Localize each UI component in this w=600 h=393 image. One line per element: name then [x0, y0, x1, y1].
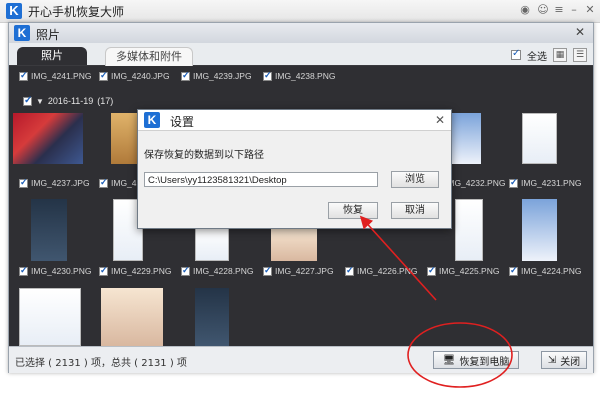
app-title-bar: K 开心手机恢复大师 ◉ ☺ ≡ – ✕: [0, 0, 600, 23]
photo-item[interactable]: IMG_4229.PNG: [99, 265, 171, 277]
photo-filename: IMG_4226.PNG: [357, 266, 418, 276]
tab-photos[interactable]: 照片: [17, 47, 87, 65]
select-all-label: 全选: [527, 51, 547, 63]
minimize-icon[interactable]: –: [567, 2, 581, 18]
photo-checkbox[interactable]: [181, 265, 190, 276]
photo-item[interactable]: IMG_4228.PNG: [181, 265, 253, 277]
photo-item[interactable]: IMG_4238.PNG: [263, 70, 335, 82]
tab-bar: 照片 多媒体和附件 全选 ▦ ☰: [9, 43, 593, 66]
dialog-titlebar: K 设置 ✕: [138, 110, 451, 131]
select-all-checkbox[interactable]: [511, 48, 521, 60]
photo-filename: IMG_4224.PNG: [521, 266, 582, 276]
photo-item[interactable]: IMG_4232.PNG: [445, 177, 505, 189]
photo-item[interactable]: IMG_4239.JPG: [181, 70, 252, 82]
dialog-title: 设置: [170, 115, 195, 129]
photo-item[interactable]: IMG_4225.PNG: [427, 265, 499, 277]
restore-to-pc-button[interactable]: 🖥 恢复到电脑: [433, 351, 519, 369]
photo-item[interactable]: IMG_4237.JPG: [19, 177, 90, 189]
collapse-triangle-icon[interactable]: ▼: [36, 97, 44, 106]
photo-checkbox[interactable]: [427, 265, 436, 276]
photo-item[interactable]: IMG_4226.PNG: [345, 265, 417, 277]
restore-to-pc-label: 恢复到电脑: [459, 356, 510, 368]
photo-checkbox[interactable]: [19, 177, 28, 188]
save-path-label: 保存恢复的数据到以下路径: [144, 150, 264, 161]
photo-item[interactable]: IMG_4224.PNG: [509, 265, 581, 277]
date-group-header[interactable]: ▼ 2016-11-19 (17): [23, 95, 114, 106]
photo-item[interactable]: IMG_4230.PNG: [19, 265, 91, 277]
window-titlebar: K 照片 ✕: [9, 23, 593, 43]
photo-checkbox[interactable]: [99, 70, 108, 81]
photo-thumbnail[interactable]: [101, 288, 163, 346]
selection-status: 已选择 ( 2131 ) 项，总共 ( 2131 ) 项: [15, 358, 187, 369]
window-logo-icon: K: [14, 25, 30, 41]
photo-thumbnail[interactable]: [195, 288, 229, 346]
menu-icon[interactable]: ≡: [552, 2, 566, 18]
photo-checkbox[interactable]: [263, 265, 272, 276]
photo-checkbox[interactable]: [345, 265, 354, 276]
photo-thumbnail[interactable]: [31, 199, 67, 261]
photo-checkbox[interactable]: [99, 265, 108, 276]
browse-button[interactable]: 浏览: [391, 171, 439, 188]
photo-checkbox[interactable]: [263, 70, 272, 81]
photo-thumbnail[interactable]: [271, 228, 317, 261]
photo-filename: IMG_4229.PNG: [111, 266, 172, 276]
group-count: (17): [97, 96, 114, 106]
close-icon[interactable]: ✕: [583, 2, 597, 18]
window-close-icon[interactable]: ✕: [573, 25, 587, 39]
group-checkbox[interactable]: [23, 95, 32, 106]
photo-checkbox[interactable]: [19, 70, 28, 81]
photo-thumbnail[interactable]: [522, 113, 557, 164]
status-bar: 已选择 ( 2131 ) 项，总共 ( 2131 ) 项 🖥 恢复到电脑 ⇲ 关…: [9, 346, 593, 373]
app-title: 开心手机恢复大师: [28, 5, 125, 19]
photo-thumbnail[interactable]: [13, 113, 83, 164]
photo-filename: IMG_4232.PNG: [445, 178, 506, 188]
photo-checkbox[interactable]: [509, 265, 518, 276]
photo-filename: IMG_4237.JPG: [31, 178, 90, 188]
wechat-icon[interactable]: ◉: [518, 2, 532, 18]
settings-dialog: K 设置 ✕ 保存恢复的数据到以下路径 C:\Users\yy112358132…: [137, 109, 452, 229]
window-title: 照片: [36, 28, 61, 42]
photo-filename: IMG_4238.PNG: [275, 71, 336, 81]
photo-filename: IMG_4230.PNG: [31, 266, 92, 276]
dialog-logo-icon: K: [144, 112, 160, 128]
photo-filename: IMG_4228.PNG: [193, 266, 254, 276]
exit-icon: ⇲: [547, 354, 557, 366]
photo-checkbox[interactable]: [19, 265, 28, 276]
photo-item[interactable]: IMG_4227.JPG: [263, 265, 334, 277]
photo-filename: IMG_4240.JPG: [111, 71, 170, 81]
photo-checkbox[interactable]: [181, 70, 190, 81]
photo-item[interactable]: IMG_4240.JPG: [99, 70, 170, 82]
photo-checkbox[interactable]: [99, 177, 108, 188]
dialog-close-icon[interactable]: ✕: [435, 113, 445, 127]
photo-thumbnail[interactable]: [455, 199, 483, 261]
close-button[interactable]: ⇲ 关闭: [541, 351, 587, 369]
photo-item[interactable]: IMG_4231.PNG: [509, 177, 581, 189]
cancel-button[interactable]: 取消: [391, 202, 439, 219]
photo-filename: IMG_4225.PNG: [439, 266, 500, 276]
restore-button[interactable]: 恢复: [328, 202, 378, 219]
feedback-icon[interactable]: ☺: [536, 2, 550, 18]
photo-filename: IMG_4231.PNG: [521, 178, 582, 188]
photo-filename: IMG_4241.PNG: [31, 71, 92, 81]
save-path-input[interactable]: C:\Users\yy1123581321\Desktop: [144, 172, 378, 187]
group-date: 2016-11-19: [47, 96, 94, 106]
toolbar-right: 全选 ▦ ☰: [511, 47, 587, 63]
close-label: 关闭: [560, 356, 581, 368]
photo-thumbnail[interactable]: [522, 199, 557, 261]
photo-filename: IMG_4239.JPG: [193, 71, 252, 81]
list-view-icon[interactable]: ☰: [573, 48, 587, 62]
grid-view-icon[interactable]: ▦: [553, 48, 567, 62]
photo-checkbox[interactable]: [509, 177, 518, 188]
computer-icon: 🖥: [442, 354, 456, 366]
app-logo-icon: K: [6, 3, 22, 19]
tab-media-attachments[interactable]: 多媒体和附件: [105, 47, 193, 66]
photo-thumbnail[interactable]: [19, 288, 81, 346]
photo-thumbnail[interactable]: [195, 228, 229, 261]
photo-filename: IMG_4227.JPG: [275, 266, 334, 276]
photo-item[interactable]: IMG_4241.PNG: [19, 70, 91, 82]
